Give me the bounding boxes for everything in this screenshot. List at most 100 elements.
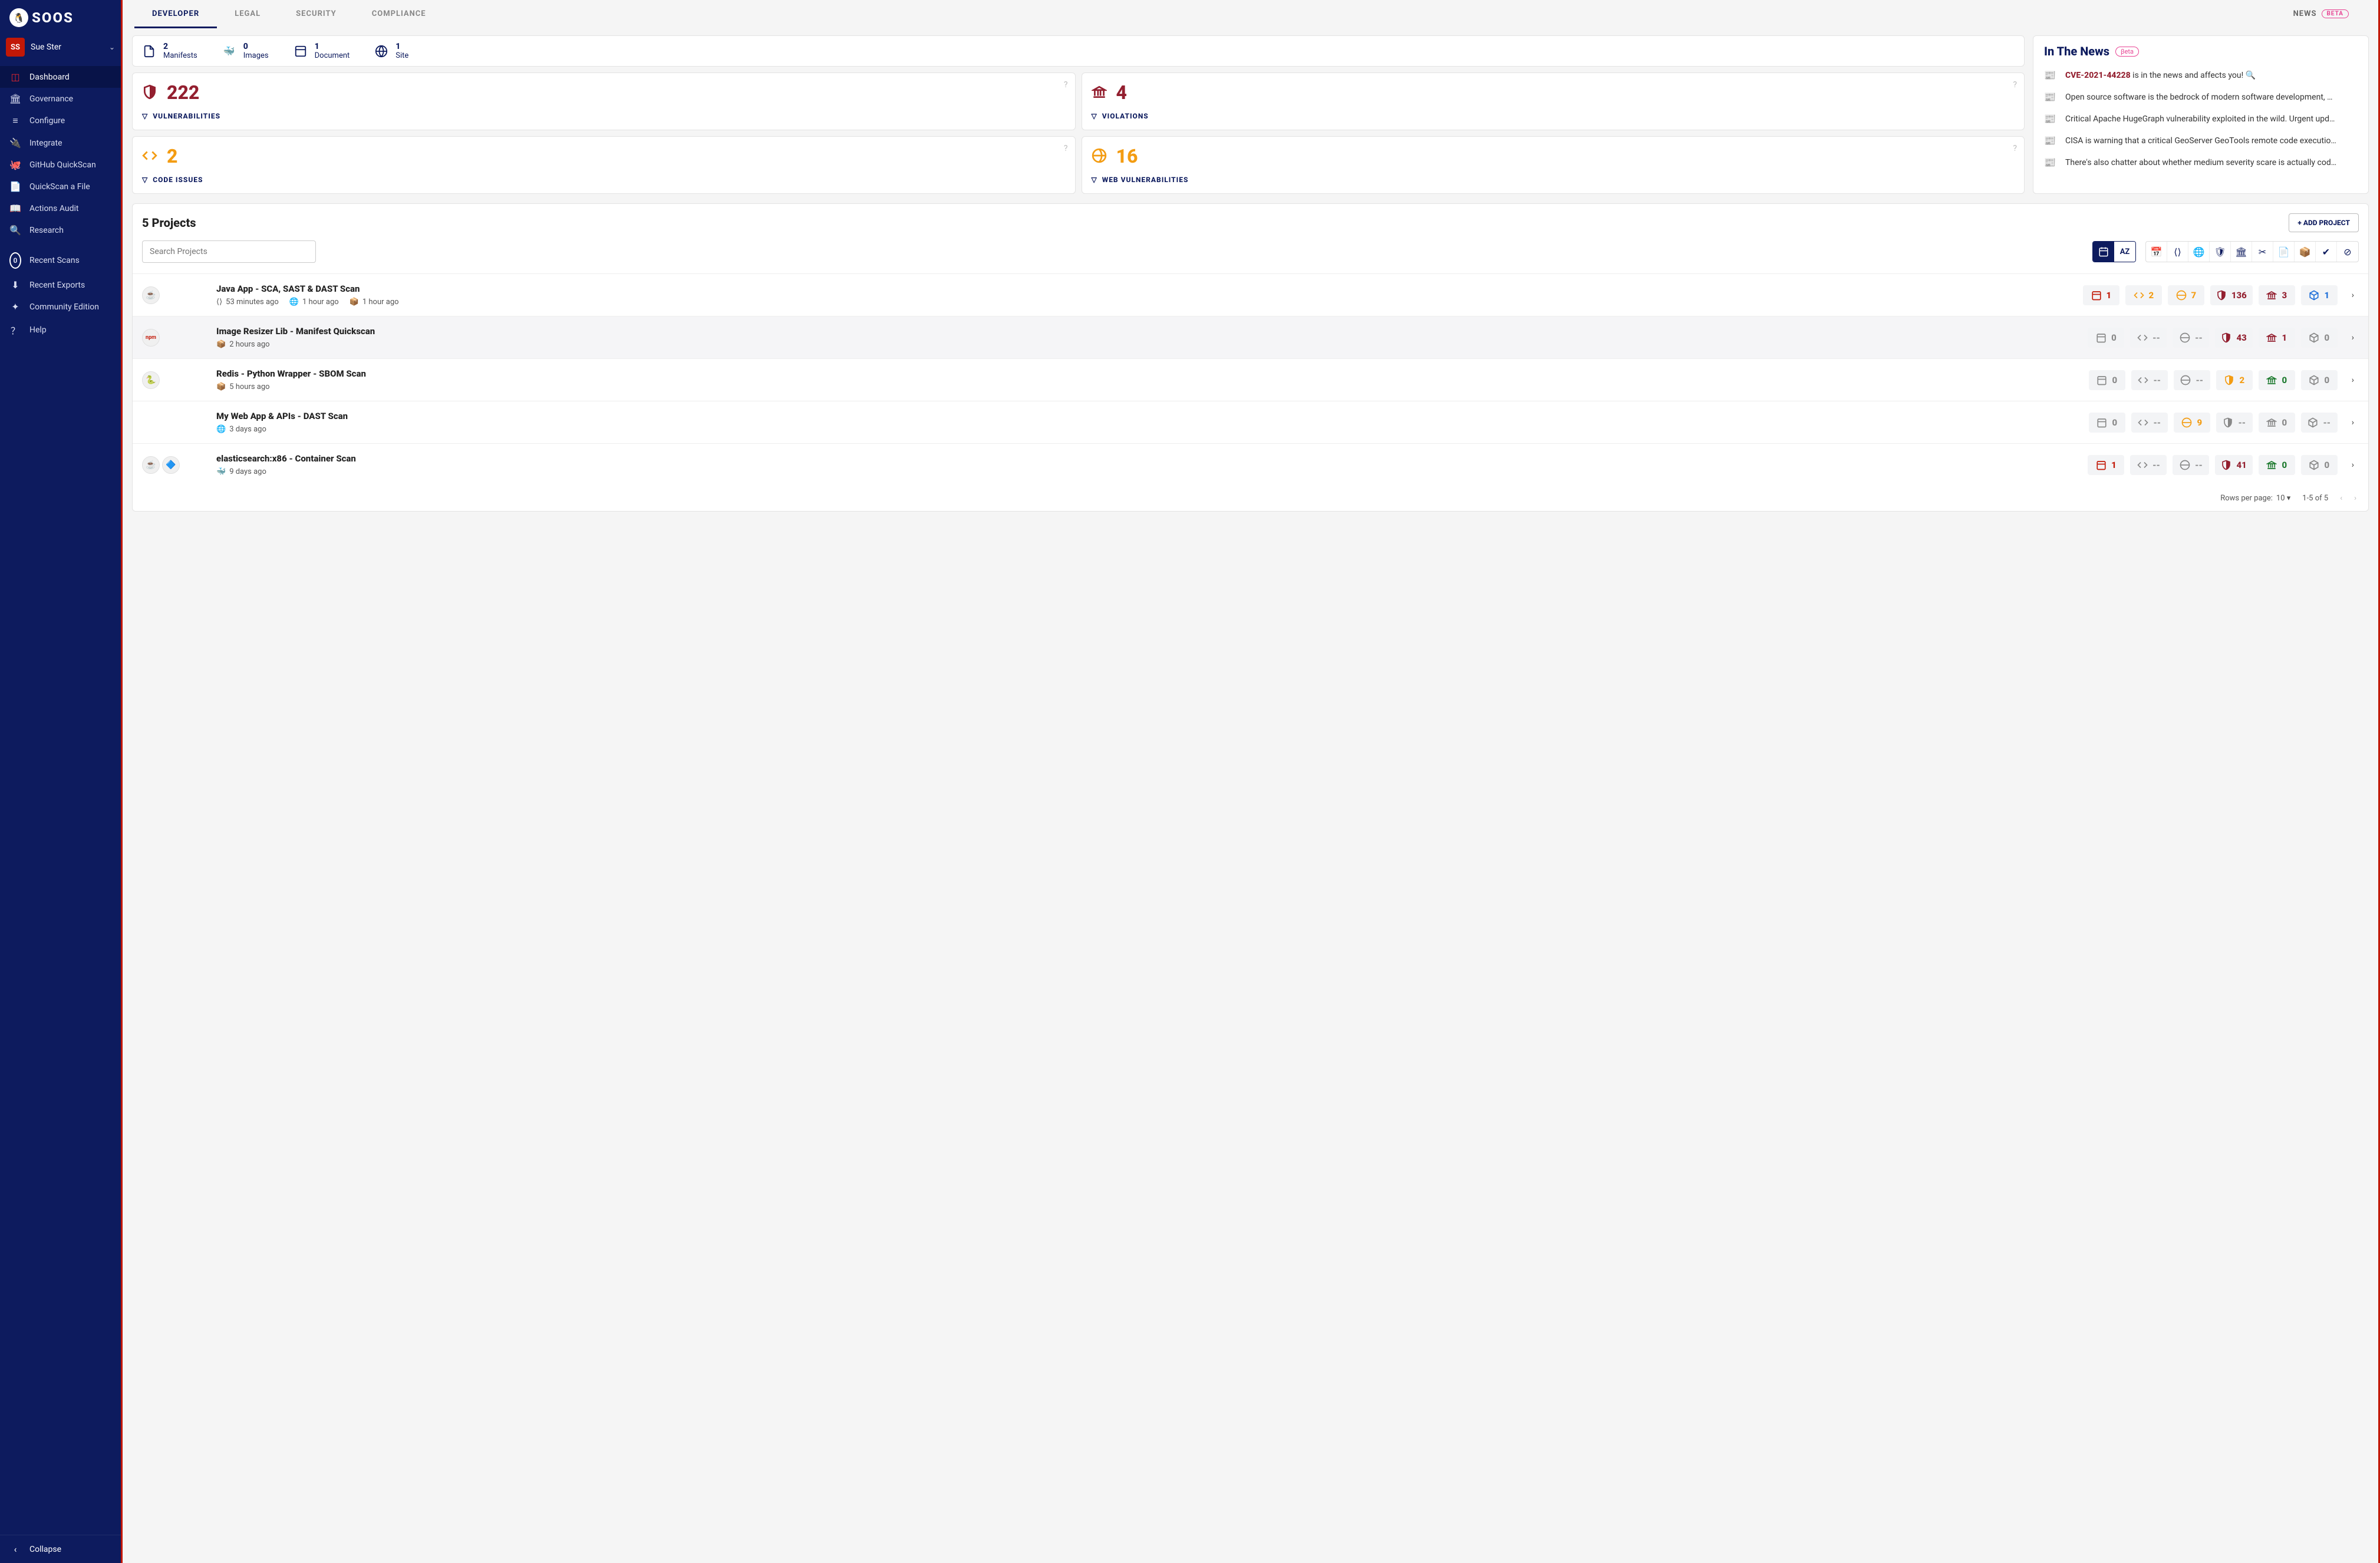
- user-menu[interactable]: SS Sue Ster ⌄: [6, 38, 115, 57]
- col-shield-icon[interactable]: 🛡: [2210, 242, 2231, 262]
- col-check-icon[interactable]: ✔: [2316, 242, 2337, 262]
- project-row[interactable]: 🐍Redis - Python Wrapper - SBOM Scan📦5 ho…: [133, 358, 2368, 401]
- card-violations[interactable]: ? 4 ▽VIOLATIONS: [1082, 72, 2025, 130]
- tab-compliance[interactable]: COMPLIANCE: [354, 0, 444, 28]
- sbom-icon: [2309, 375, 2319, 385]
- project-row[interactable]: My Web App & APIs - DAST Scan🌐3 days ago…: [133, 401, 2368, 443]
- help-icon[interactable]: ?: [2013, 144, 2017, 153]
- project-row[interactable]: ☕Java App - SCA, SAST & DAST Scan⟨⟩53 mi…: [133, 273, 2368, 316]
- prev-page-button[interactable]: ‹: [2340, 494, 2342, 503]
- stat-web-vuln[interactable]: --: [2174, 370, 2210, 390]
- add-project-button[interactable]: + ADD PROJECT: [2289, 213, 2359, 232]
- project-row[interactable]: npmImage Resizer Lib - Manifest Quicksca…: [133, 316, 2368, 358]
- news-item[interactable]: 📰Critical Apache HugeGraph vulnerability…: [2044, 108, 2358, 130]
- col-bank-icon[interactable]: 🏛: [2231, 242, 2252, 262]
- vulnerabilities-icon: [2223, 417, 2233, 428]
- stat-sbom[interactable]: 0: [2301, 328, 2338, 348]
- news-item[interactable]: 📰Open source software is the bedrock of …: [2044, 86, 2358, 108]
- news-item[interactable]: 📰CVE-2021-44228 is in the news and affec…: [2044, 64, 2358, 86]
- stat-code-issues[interactable]: --: [2130, 455, 2167, 475]
- stat-sbom[interactable]: 0: [2301, 370, 2338, 390]
- stat-violations[interactable]: 0: [2259, 413, 2295, 433]
- sidebar-item-dashboard[interactable]: ◫Dashboard: [0, 66, 121, 88]
- col-empty-icon[interactable]: ⊘: [2337, 242, 2358, 262]
- stat-vulnerabilities[interactable]: 2: [2216, 370, 2253, 390]
- stat-violations[interactable]: 0: [2259, 370, 2295, 390]
- card-code-issues[interactable]: ? 2 ▽CODE ISSUES: [132, 136, 1076, 194]
- stat-vulnerabilities[interactable]: 41: [2215, 455, 2252, 475]
- stat-code-issues[interactable]: --: [2130, 328, 2167, 348]
- stat-code-issues[interactable]: 2: [2125, 285, 2162, 305]
- col-web-icon[interactable]: 🌐: [2188, 242, 2210, 262]
- stat-schedule[interactable]: 1: [2083, 285, 2119, 305]
- stat-violations[interactable]: 1: [2259, 328, 2295, 348]
- sort-by-date-button[interactable]: [2093, 242, 2114, 262]
- stat-sbom[interactable]: --: [2301, 413, 2338, 433]
- stat-sbom[interactable]: 0: [2301, 455, 2338, 475]
- news-panel: In The News βeta 📰CVE-2021-44228 is in t…: [2033, 35, 2369, 194]
- sort-by-name-button[interactable]: AZ: [2114, 242, 2135, 262]
- stat-vulnerabilities[interactable]: --: [2216, 413, 2253, 433]
- tab-legal[interactable]: LEGAL: [217, 0, 278, 28]
- chevron-right-icon[interactable]: ›: [2347, 291, 2359, 300]
- logo-icon: 🐧: [9, 8, 28, 27]
- user-name: Sue Ster: [31, 42, 103, 52]
- stat-vulnerabilities[interactable]: 43: [2215, 328, 2252, 348]
- sidebar-item-research[interactable]: 🔍Research: [0, 219, 121, 241]
- sidebar-item-integrate[interactable]: 🔌Integrate: [0, 132, 121, 154]
- stat-sbom[interactable]: 1: [2301, 285, 2338, 305]
- news-item[interactable]: 📰There's also chatter about whether medi…: [2044, 151, 2358, 173]
- stat-violations[interactable]: 3: [2259, 285, 2295, 305]
- sidebar-item-governance[interactable]: 🏛Governance: [0, 88, 121, 110]
- sidebar-item-github-quickscan[interactable]: 🐙GitHub QuickScan: [0, 154, 121, 176]
- sidebar-item-community[interactable]: ✦ Community Edition: [0, 296, 121, 318]
- stat-schedule[interactable]: 0: [2088, 328, 2124, 348]
- col-code-icon[interactable]: ⟨⟩: [2167, 242, 2188, 262]
- stat-schedule[interactable]: 0: [2089, 413, 2125, 433]
- sidebar-item-configure[interactable]: ≡Configure: [0, 110, 121, 132]
- chevron-right-icon[interactable]: ›: [2347, 418, 2359, 427]
- news-item[interactable]: 📰CISA is warning that a critical GeoServ…: [2044, 130, 2358, 151]
- stat-violations[interactable]: 0: [2259, 455, 2295, 475]
- next-page-button[interactable]: ›: [2354, 494, 2356, 503]
- stat-schedule[interactable]: 0: [2089, 370, 2125, 390]
- tabs: DEVELOPER LEGAL SECURITY COMPLIANCE NEWS…: [123, 0, 2378, 28]
- rows-per-page-select[interactable]: 10 ▾: [2276, 494, 2290, 503]
- vulnerabilities-icon: [2221, 460, 2231, 470]
- filter-icon: ▽: [1092, 176, 1097, 184]
- project-row[interactable]: ☕🔷elasticsearch:x86 - Container Scan🐳9 d…: [133, 443, 2368, 486]
- sidebar-item-recent-exports[interactable]: ⬇ Recent Exports: [0, 274, 121, 296]
- stat-web-vuln[interactable]: 7: [2168, 285, 2204, 305]
- tab-security[interactable]: SECURITY: [278, 0, 354, 28]
- sidebar-item-recent-scans[interactable]: 0 Recent Scans: [0, 247, 121, 274]
- stat-web-vuln[interactable]: --: [2173, 328, 2209, 348]
- sidebar-item-actions-audit[interactable]: 📖Actions Audit: [0, 197, 121, 219]
- chevron-right-icon[interactable]: ›: [2347, 375, 2359, 385]
- card-web-vulnerabilities[interactable]: ? 16 ▽WEB VULNERABILITIES: [1082, 136, 2025, 194]
- help-icon[interactable]: ?: [2013, 80, 2017, 90]
- stat-code-issues[interactable]: --: [2131, 413, 2168, 433]
- stat-code-issues[interactable]: --: [2131, 370, 2168, 390]
- help-icon[interactable]: ?: [1064, 80, 1068, 90]
- col-schedule-icon[interactable]: 📅: [2146, 242, 2167, 262]
- help-icon[interactable]: ?: [1064, 144, 1068, 153]
- tab-developer[interactable]: DEVELOPER: [134, 0, 217, 28]
- chevron-right-icon[interactable]: ›: [2347, 460, 2359, 470]
- card-vulnerabilities[interactable]: ? 222 ▽VULNERABILITIES: [132, 72, 1076, 130]
- col-file-icon[interactable]: 📄: [2273, 242, 2295, 262]
- docker-icon: 🐳: [216, 467, 226, 476]
- tab-news[interactable]: NEWS BETA: [2276, 0, 2366, 28]
- logo[interactable]: 🐧 SOOS: [0, 0, 121, 33]
- stat-web-vuln[interactable]: 9: [2174, 413, 2210, 433]
- collapse-button[interactable]: ‹ Collapse: [0, 1535, 121, 1563]
- search-input[interactable]: [142, 240, 316, 263]
- chevron-right-icon[interactable]: ›: [2347, 333, 2359, 342]
- stat-schedule[interactable]: 1: [2088, 455, 2124, 475]
- stat-vulnerabilities[interactable]: 136: [2210, 285, 2253, 305]
- sidebar-item-quickscan-a-file[interactable]: 📄QuickScan a File: [0, 176, 121, 197]
- sidebar-item-help[interactable]: ？ Help: [0, 318, 121, 342]
- sbom-icon: [2309, 290, 2319, 301]
- col-cube-icon[interactable]: 📦: [2295, 242, 2316, 262]
- stat-web-vuln[interactable]: --: [2173, 455, 2209, 475]
- col-link-icon[interactable]: ✂: [2252, 242, 2273, 262]
